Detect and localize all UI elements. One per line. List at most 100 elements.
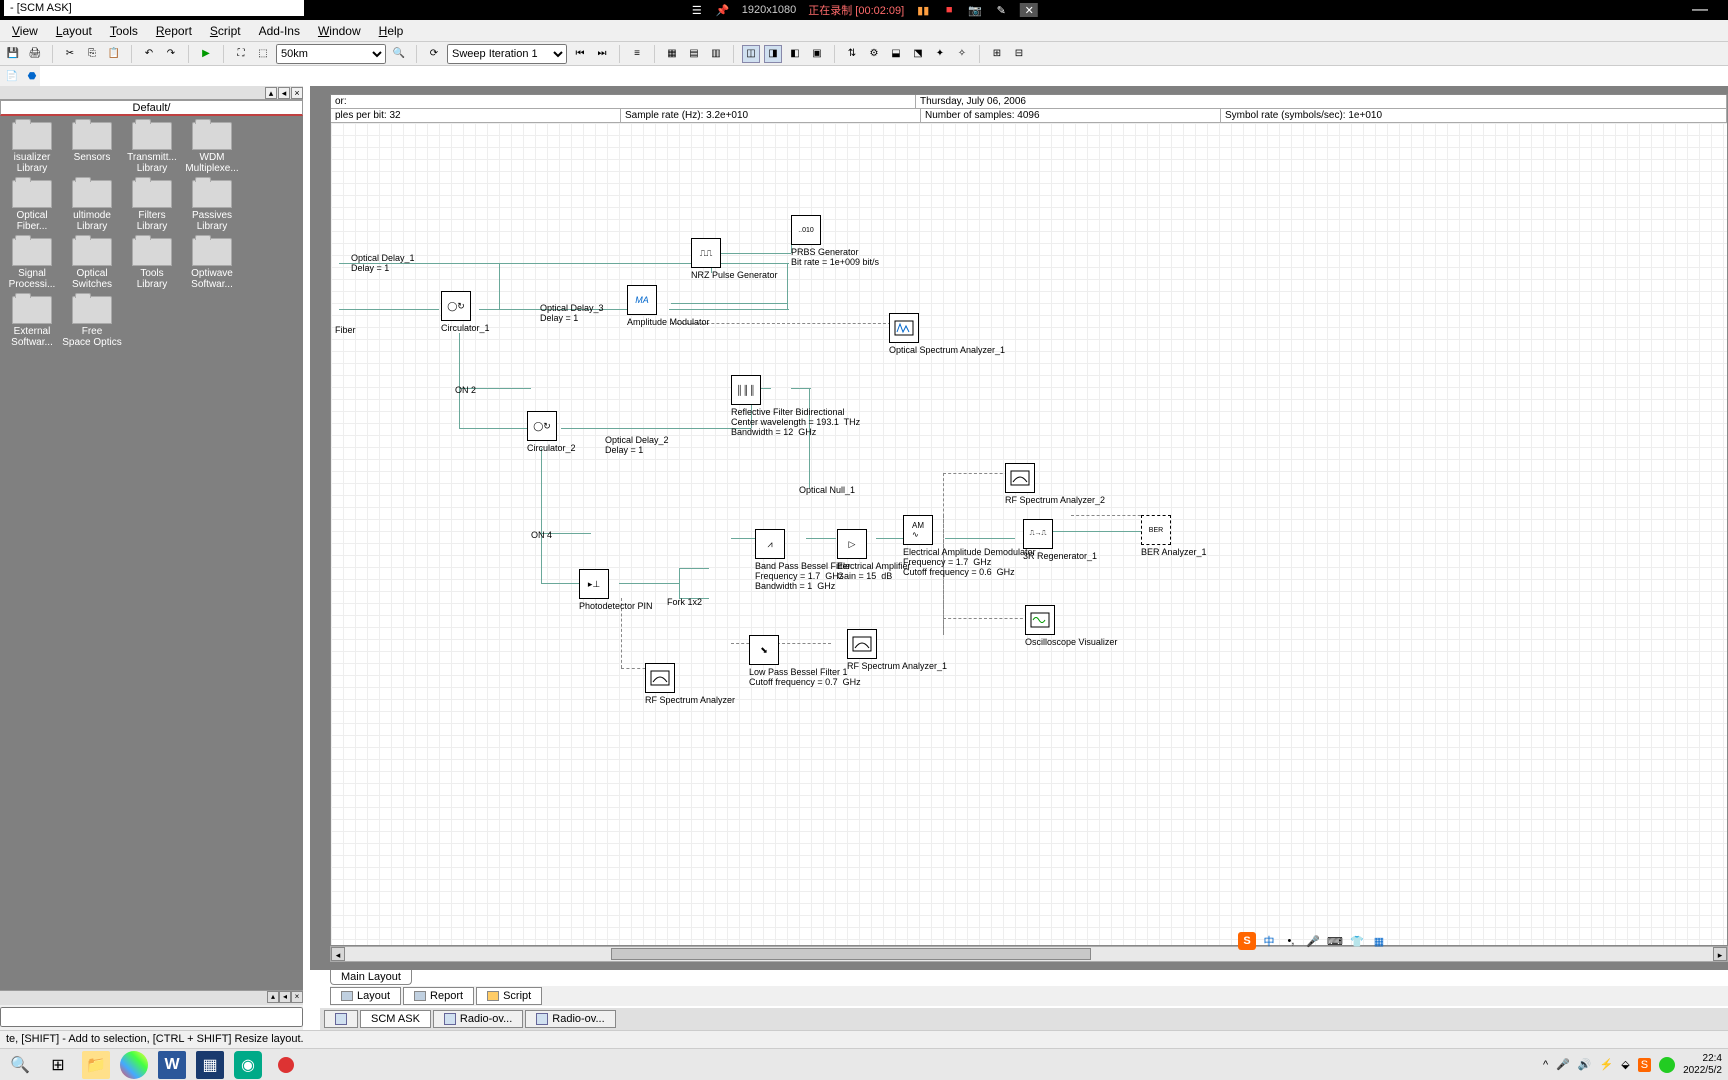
scroll-right-icon[interactable]: ▸ <box>1713 947 1727 961</box>
library-folder-9[interactable]: OpticalSwitches <box>62 238 122 290</box>
tool-c-icon[interactable]: ⬓ <box>887 45 905 63</box>
doc-win-icon[interactable] <box>324 1010 358 1028</box>
block-on4[interactable]: ON 4 <box>531 528 552 540</box>
tray-mic-icon[interactable]: 🎤 <box>1556 1058 1570 1071</box>
sweep-icon[interactable]: ⟳ <box>425 45 443 63</box>
library-folder-2[interactable]: Transmitt...Library <box>122 122 182 174</box>
menu-report[interactable]: Report <box>148 22 200 40</box>
library-folder-7[interactable]: PassivesLibrary <box>182 180 242 232</box>
tab-script[interactable]: Script <box>476 987 542 1005</box>
camera-icon[interactable]: 📷 <box>968 3 982 17</box>
library-folder-10[interactable]: ToolsLibrary <box>122 238 182 290</box>
block-demodulator[interactable]: AM∿Electrical Amplitude Demodulator Freq… <box>903 515 1036 577</box>
tool-g-icon[interactable]: ⊞ <box>988 45 1006 63</box>
ime-keyboard-icon[interactable]: ⌨ <box>1326 932 1344 950</box>
block-fork[interactable]: Fork 1x2 <box>667 595 702 607</box>
view2-icon[interactable]: ◨ <box>764 45 782 63</box>
library-folder-4[interactable]: OpticalFiber... <box>2 180 62 232</box>
block-nrz[interactable]: ⎍⎍NRZ Pulse Generator <box>691 238 778 280</box>
block-regenerator[interactable]: ⎍→⎍3R Regenerator_1 <box>1023 519 1097 561</box>
panel-dock-icon[interactable]: ◂ <box>278 87 290 99</box>
pencil-icon[interactable]: ✎ <box>994 3 1008 17</box>
library-folder-13[interactable]: FreeSpace Optics <box>62 296 122 348</box>
block-elec-amp[interactable]: ▷Electrical Amplifier Gain = 15 dB <box>837 529 911 581</box>
ime-lang-icon[interactable]: 中 <box>1260 932 1278 950</box>
block-on2[interactable]: ON 2 <box>455 383 476 395</box>
stop-icon[interactable]: ■ <box>942 3 956 17</box>
block-optical-delay-2[interactable]: Optical Delay_2 Delay = 1 <box>605 433 669 455</box>
taskbar-word-icon[interactable]: W <box>158 1051 186 1079</box>
taskbar-record-icon[interactable] <box>272 1051 300 1079</box>
play-icon[interactable]: ▶ <box>197 45 215 63</box>
tray-clock[interactable]: 22:42022/5/2 <box>1683 1053 1722 1077</box>
block-osa-1[interactable]: Optical Spectrum Analyzer_1 <box>889 313 1005 355</box>
sogou-ime-bar[interactable]: S 中 •, 🎤 ⌨ 👕 ▦ <box>1238 932 1388 950</box>
menu-view[interactable]: View <box>4 22 46 40</box>
block-prbs[interactable]: ..010PRBS Generator Bit rate = 1e+009 bi… <box>791 215 879 267</box>
layout3-icon[interactable]: ▥ <box>707 45 725 63</box>
block-rf-sa-2[interactable]: RF Spectrum Analyzer_2 <box>1005 463 1105 505</box>
grid-area[interactable]: Optical Delay_1 Delay = 1 Fiber ◯↻Circul… <box>331 123 1727 945</box>
sweep-next-icon[interactable]: ⏭ <box>593 45 611 63</box>
tool-d-icon[interactable]: ⬔ <box>909 45 927 63</box>
cut-icon[interactable]: ✂ <box>61 45 79 63</box>
view4-icon[interactable]: ▣ <box>808 45 826 63</box>
component-icon[interactable]: ⬣ <box>24 68 40 84</box>
zoom-select[interactable]: 50km <box>276 44 386 64</box>
block-optical-null[interactable]: Optical Null_1 <box>799 483 855 495</box>
save-icon[interactable]: 💾 <box>4 45 22 63</box>
block-amplitude-modulator[interactable]: MAAmplitude Modulator <box>627 285 710 327</box>
block-reflective-filter[interactable]: ║║║Reflective Filter Bidirectional Cente… <box>731 375 860 437</box>
tab-layout[interactable]: Layout <box>330 987 401 1005</box>
block-optical-delay-1[interactable]: Optical Delay_1 Delay = 1 <box>351 251 415 273</box>
panel-close-icon[interactable]: × <box>291 87 303 99</box>
paste-icon[interactable]: 📋 <box>105 45 123 63</box>
taskbar-explorer-icon[interactable]: 📁 <box>82 1051 110 1079</box>
block-photodetector[interactable]: ▸⊥Photodetector PIN <box>579 569 653 611</box>
layout1-icon[interactable]: ▦ <box>663 45 681 63</box>
zoom-area-icon[interactable]: ⬚ <box>254 45 272 63</box>
panel2-dock-icon[interactable]: ◂ <box>279 991 291 1003</box>
scroll-left-icon[interactable]: ◂ <box>331 947 345 961</box>
tray-wechat-icon[interactable] <box>1659 1057 1675 1073</box>
block-optical-delay-3[interactable]: Optical Delay_3 Delay = 1 <box>540 301 604 323</box>
view3-icon[interactable]: ◧ <box>786 45 804 63</box>
sogou-logo-icon[interactable]: S <box>1238 932 1256 950</box>
panel-up-icon[interactable]: ▴ <box>265 87 277 99</box>
block-oscilloscope[interactable]: Oscilloscope Visualizer <box>1025 605 1117 647</box>
zoom-fit-icon[interactable]: ⛶ <box>232 45 250 63</box>
tray-ime-icon[interactable]: S <box>1638 1058 1651 1072</box>
close-icon[interactable]: ✕ <box>1020 3 1038 17</box>
taskbar-app2-icon[interactable]: ▦ <box>196 1051 224 1079</box>
minimize-icon[interactable]: — <box>1692 1 1708 19</box>
taskbar-search-icon[interactable]: 🔍 <box>6 1051 34 1079</box>
library-folder-1[interactable]: Sensors <box>62 122 122 174</box>
library-folder-11[interactable]: OptiwaveSoftwar... <box>182 238 242 290</box>
view1-icon[interactable]: ◫ <box>742 45 760 63</box>
tray-usb-icon[interactable]: ⬙ <box>1621 1058 1629 1071</box>
library-folder-12[interactable]: ExternalSoftwar... <box>2 296 62 348</box>
tray-chevron-icon[interactable]: ^ <box>1543 1059 1548 1071</box>
tool-f-icon[interactable]: ✧ <box>953 45 971 63</box>
ime-punct-icon[interactable]: •, <box>1282 932 1300 950</box>
doc-icon[interactable]: 📄 <box>4 68 20 84</box>
library-folder-5[interactable]: ultimodeLibrary <box>62 180 122 232</box>
block-circulator-1[interactable]: ◯↻Circulator_1 <box>441 291 490 333</box>
menu-layout[interactable]: Layout <box>48 22 100 40</box>
redo-icon[interactable]: ↷ <box>162 45 180 63</box>
layout2-icon[interactable]: ▤ <box>685 45 703 63</box>
library-folder-0[interactable]: isualizerLibrary <box>2 122 62 174</box>
print-icon[interactable]: 🖨 <box>26 45 44 63</box>
tool-e-icon[interactable]: ✦ <box>931 45 949 63</box>
align-icon[interactable]: ≡ <box>628 45 646 63</box>
pause-icon[interactable]: ▮▮ <box>916 3 930 17</box>
tab-report[interactable]: Report <box>403 987 474 1005</box>
tray-volume-icon[interactable]: 🔊 <box>1578 1058 1592 1071</box>
block-rf-sa-1[interactable]: RF Spectrum Analyzer_1 <box>847 629 947 671</box>
taskbar-app1-icon[interactable] <box>120 1051 148 1079</box>
doc-tab-radio-2[interactable]: Radio-ov... <box>525 1010 615 1028</box>
taskbar-taskview-icon[interactable]: ⊞ <box>44 1051 72 1079</box>
search-input[interactable] <box>0 1007 303 1027</box>
tool-h-icon[interactable]: ⊟ <box>1010 45 1028 63</box>
menu-icon[interactable]: ☰ <box>690 3 704 17</box>
